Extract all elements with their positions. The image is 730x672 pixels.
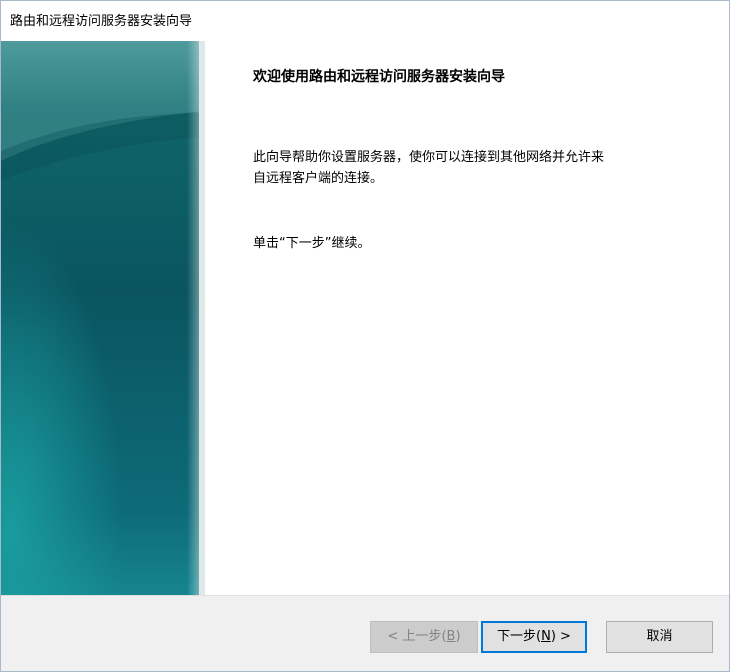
back-button-label-suffix: ): [455, 629, 461, 644]
wizard-description: 此向导帮助你设置服务器，使你可以连接到其他网络并允许来 自远程客户端的连接。: [253, 147, 683, 189]
welcome-heading: 欢迎使用路由和远程访问服务器安装向导: [253, 69, 505, 85]
next-button-label-suffix: ) >: [550, 629, 571, 644]
wizard-window: 路由和远程访问服务器安装向导 欢迎使用路由和远程访问服务器安装向导 此向导帮助你…: [0, 0, 730, 672]
description-line-2: 自远程客户端的连接。: [253, 171, 384, 186]
button-bar: < 上一步(B) 下一步(N) > 取消: [1, 595, 729, 671]
cancel-button[interactable]: 取消: [606, 621, 713, 653]
banner-graphic: [1, 41, 205, 595]
wizard-content: 欢迎使用路由和远程访问服务器安装向导 此向导帮助你设置服务器，使你可以连接到其他…: [205, 41, 729, 595]
wizard-banner: [1, 41, 205, 595]
next-button-mnemonic: N: [541, 629, 551, 644]
back-button[interactable]: < 上一步(B): [370, 621, 478, 653]
next-button-label-prefix: 下一步(: [497, 629, 542, 644]
next-button[interactable]: 下一步(N) >: [481, 621, 587, 653]
continue-hint: 单击“下一步”继续。: [253, 236, 371, 251]
back-button-label-prefix: < 上一步(: [387, 629, 447, 644]
window-title: 路由和远程访问服务器安装向导: [10, 14, 193, 29]
title-bar[interactable]: 路由和远程访问服务器安装向导: [1, 1, 729, 37]
description-line-1: 此向导帮助你设置服务器，使你可以连接到其他网络并允许来: [253, 150, 605, 165]
